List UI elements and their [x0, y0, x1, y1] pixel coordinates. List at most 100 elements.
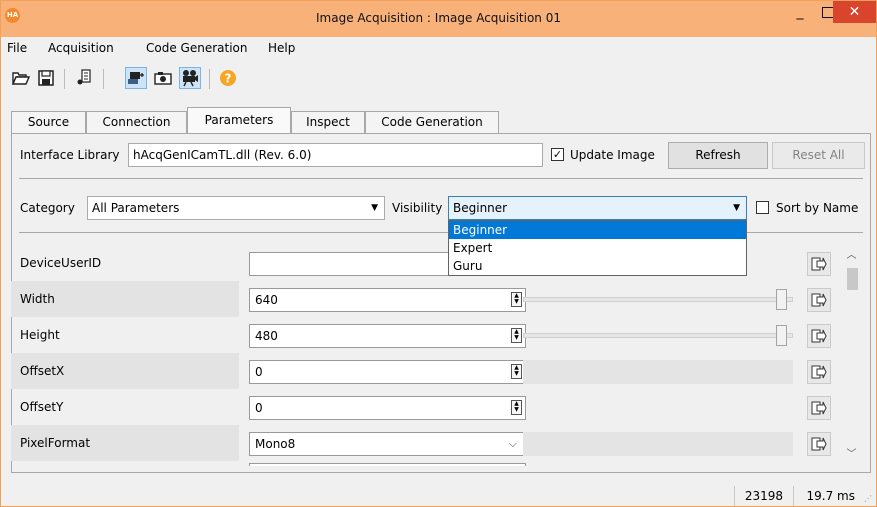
param-value: Mono8	[255, 437, 296, 451]
spin-arrows-icon[interactable]: ▲ ▼	[511, 328, 522, 343]
param-value-input[interactable]	[249, 463, 526, 466]
save-button[interactable]	[35, 67, 57, 89]
menu-bar: File Acquisition Code Generation Help	[1, 38, 876, 58]
param-info-button[interactable]	[807, 360, 831, 384]
help-icon: ?	[220, 70, 236, 86]
param-slider-disabled	[523, 432, 793, 456]
snap-button[interactable]	[152, 67, 174, 89]
table-row: OffsetX 0 ▲ ▼	[11, 353, 842, 389]
param-value-select[interactable]: Mono8 ⌵	[249, 432, 526, 456]
toolbar: ?	[1, 59, 876, 99]
table-row: OffsetY 0 ▲ ▼	[11, 389, 842, 425]
param-info-button[interactable]	[807, 252, 831, 276]
table-row: Width 640 ▲ ▼	[11, 281, 842, 317]
open-button[interactable]	[10, 67, 32, 89]
export-arrow-icon	[811, 365, 827, 379]
toolbar-separator	[103, 69, 104, 89]
param-name: OffsetY	[20, 400, 64, 414]
category-combo[interactable]: All Parameters ▼	[87, 196, 385, 220]
toolbar-separator	[64, 69, 65, 89]
chevron-down-icon: ⌵	[508, 437, 517, 450]
status-bar: 23198 19.7 ms ⋰	[1, 483, 876, 506]
table-row: PixelFormat Mono8 ⌵	[11, 425, 842, 461]
snap-icon	[154, 72, 172, 85]
param-value-spinbox[interactable]: 0 ▲ ▼	[249, 396, 526, 420]
export-arrow-icon	[811, 437, 827, 451]
close-button[interactable]: ✕	[833, 1, 876, 23]
param-slider-track[interactable]	[523, 333, 793, 338]
param-name: PixelFormat	[11, 425, 239, 461]
param-name: Width	[11, 281, 239, 317]
status-time: 19.7 ms	[793, 486, 861, 506]
param-info-button[interactable]	[807, 432, 831, 456]
param-info-button[interactable]	[807, 324, 831, 348]
spin-arrows-icon[interactable]: ▲ ▼	[511, 364, 522, 379]
param-slider-disabled	[523, 360, 793, 384]
scrollbar-thumb[interactable]	[847, 268, 858, 290]
param-value-spinbox[interactable]: 640 ▲ ▼	[249, 288, 526, 312]
param-name: OffsetX	[11, 353, 239, 389]
visibility-combo[interactable]: Beginner ▼	[448, 196, 747, 220]
update-image-checkbox[interactable]: ✓	[551, 148, 564, 161]
sort-by-name-label: Sort by Name	[776, 201, 859, 215]
visibility-dropdown-list: Beginner Expert Guru	[448, 220, 747, 276]
export-arrow-icon	[811, 293, 827, 307]
param-slider-handle[interactable]	[776, 289, 787, 310]
category-value: All Parameters	[92, 201, 180, 215]
window-title: Image Acquisition : Image Acquisition 01	[316, 11, 561, 25]
param-info-button[interactable]	[807, 288, 831, 312]
reset-all-button[interactable]: Reset All	[772, 142, 865, 169]
scroll-up-icon[interactable]: ︿	[843, 248, 860, 264]
save-icon	[38, 70, 54, 86]
visibility-option-expert[interactable]: Expert	[449, 239, 746, 257]
connect-button[interactable]	[125, 67, 147, 89]
live-icon	[183, 70, 198, 87]
menu-acquisition[interactable]: Acquisition	[48, 41, 114, 55]
menu-code-generation[interactable]: Code Generation	[146, 41, 247, 55]
spin-arrows-icon[interactable]: ▲ ▼	[511, 400, 522, 415]
app-window: HA Image Acquisition : Image Acquisition…	[0, 0, 877, 507]
detect-icon	[77, 69, 91, 85]
toolbar-separator	[209, 69, 210, 89]
tab-connection[interactable]: Connection	[86, 111, 187, 133]
interface-library-field[interactable]: hAcqGenICamTL.dll (Rev. 6.0)	[128, 143, 543, 167]
tab-code-generation[interactable]: Code Generation	[365, 111, 499, 133]
live-button[interactable]	[179, 67, 201, 89]
export-arrow-icon	[811, 329, 827, 343]
param-value-spinbox[interactable]: 480 ▲ ▼	[249, 324, 526, 348]
open-folder-icon	[12, 72, 30, 85]
resize-grip-icon[interactable]: ⋰	[864, 494, 874, 504]
detect-button[interactable]	[73, 67, 95, 89]
scroll-down-icon[interactable]: ﹀	[843, 447, 860, 463]
export-arrow-icon	[811, 401, 827, 415]
status-count: 23198	[734, 486, 789, 506]
spin-arrows-icon[interactable]: ▲ ▼	[511, 292, 522, 307]
chevron-down-icon: ▼	[733, 203, 740, 213]
minimize-button[interactable]: _	[786, 1, 814, 23]
param-slider-handle[interactable]	[776, 325, 787, 346]
refresh-button[interactable]: Refresh	[668, 142, 768, 169]
param-name: DeviceUserID	[20, 256, 102, 270]
param-value: 480	[255, 329, 278, 343]
tab-inspect[interactable]: Inspect	[291, 111, 365, 133]
visibility-label: Visibility	[392, 201, 443, 215]
sort-by-name-checkbox[interactable]	[756, 201, 769, 214]
svg-text:?: ?	[225, 72, 232, 86]
vertical-scrollbar[interactable]: ︿ ﹀	[843, 242, 860, 466]
visibility-option-guru[interactable]: Guru	[449, 257, 746, 275]
connect-icon	[128, 72, 144, 84]
menu-help[interactable]: Help	[268, 41, 295, 55]
tab-parameters[interactable]: Parameters	[187, 107, 291, 134]
help-button[interactable]: ?	[217, 67, 239, 89]
table-row	[11, 461, 842, 466]
param-slider-track[interactable]	[523, 297, 793, 302]
menu-file[interactable]: File	[7, 41, 27, 55]
visibility-value: Beginner	[453, 201, 508, 215]
tab-source[interactable]: Source	[11, 111, 86, 133]
export-arrow-icon	[811, 257, 827, 271]
visibility-option-beginner[interactable]: Beginner	[449, 221, 746, 239]
param-value-spinbox[interactable]: 0 ▲ ▼	[249, 360, 526, 384]
title-bar[interactable]: HA Image Acquisition : Image Acquisition…	[1, 1, 876, 37]
table-row: Height 480 ▲ ▼	[11, 317, 842, 353]
param-info-button[interactable]	[807, 396, 831, 420]
